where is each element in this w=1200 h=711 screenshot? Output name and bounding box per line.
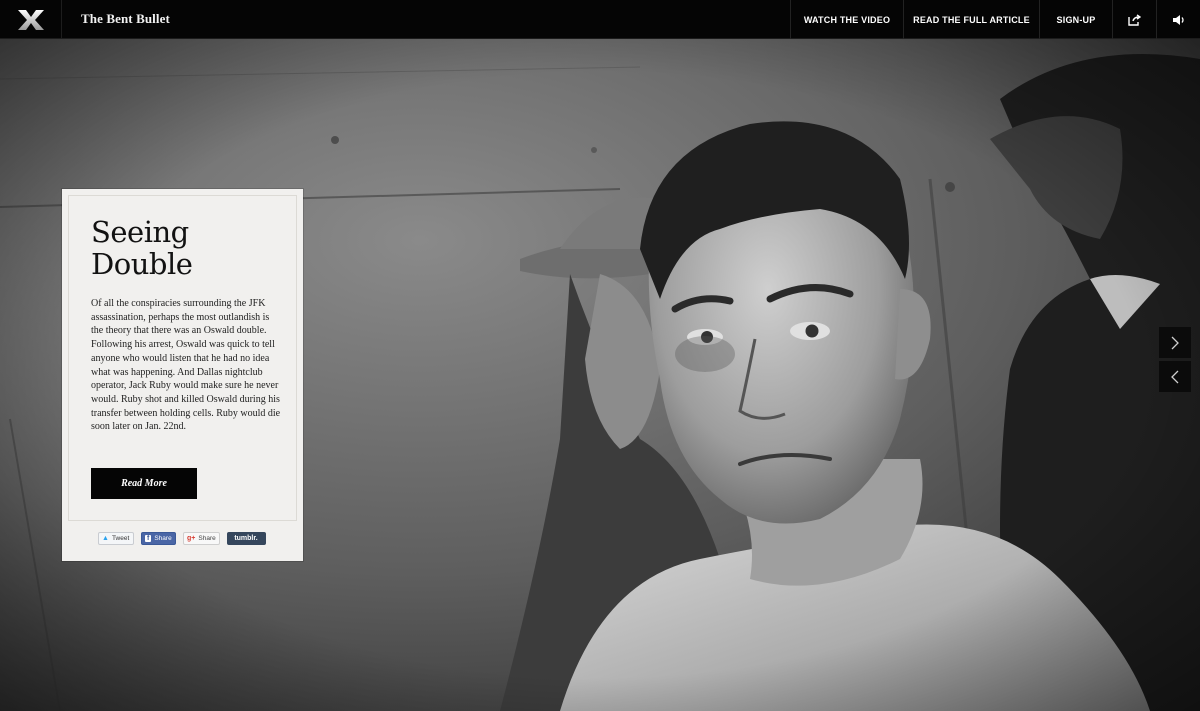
share-icon [1128,13,1141,26]
chevron-left-icon [1171,370,1179,383]
card-title: Seeing Double [91,216,281,280]
facebook-icon: f [145,535,152,542]
site-logo[interactable] [0,0,62,39]
facebook-share-button[interactable]: f Share [141,532,176,545]
sign-up-link[interactable]: SIGN-UP [1039,0,1112,39]
google-plus-share-label: Share [198,535,216,542]
site-title[interactable]: The Bent Bullet [62,0,170,38]
tweet-label: Tweet [111,535,130,542]
read-full-article-link[interactable]: READ THE FULL ARTICLE [903,0,1039,39]
share-button[interactable] [1112,0,1156,39]
watch-video-link[interactable]: WATCH THE VIDEO [790,0,903,39]
tumblr-share-button[interactable]: tumblr. [227,532,266,545]
x-logo-icon [17,9,44,30]
facebook-share-label: Share [154,535,172,542]
main-nav: WATCH THE VIDEO READ THE FULL ARTICLE SI… [790,0,1200,39]
twitter-bird-icon: ▲ [102,535,109,542]
sound-toggle-button[interactable] [1156,0,1200,39]
card-title-line-1: Seeing [91,215,189,249]
read-more-button[interactable]: Read More [91,468,197,499]
story-card: Seeing Double Of all the conspiracies su… [62,189,303,561]
next-slide-button[interactable] [1159,327,1191,358]
top-navigation-bar: The Bent Bullet WATCH THE VIDEO READ THE… [0,0,1200,39]
speaker-icon [1172,14,1184,25]
previous-slide-button[interactable] [1159,361,1191,392]
tweet-button[interactable]: ▲ Tweet [98,532,134,545]
google-plus-share-button[interactable]: g+ Share [183,532,220,545]
google-plus-icon: g+ [187,535,196,542]
card-title-line-2: Double [91,247,193,281]
social-share-row: ▲ Tweet f Share g+ Share tumblr. [98,532,266,545]
chevron-right-icon [1171,336,1179,349]
card-body-text: Of all the conspiracies surrounding the … [91,298,281,433]
